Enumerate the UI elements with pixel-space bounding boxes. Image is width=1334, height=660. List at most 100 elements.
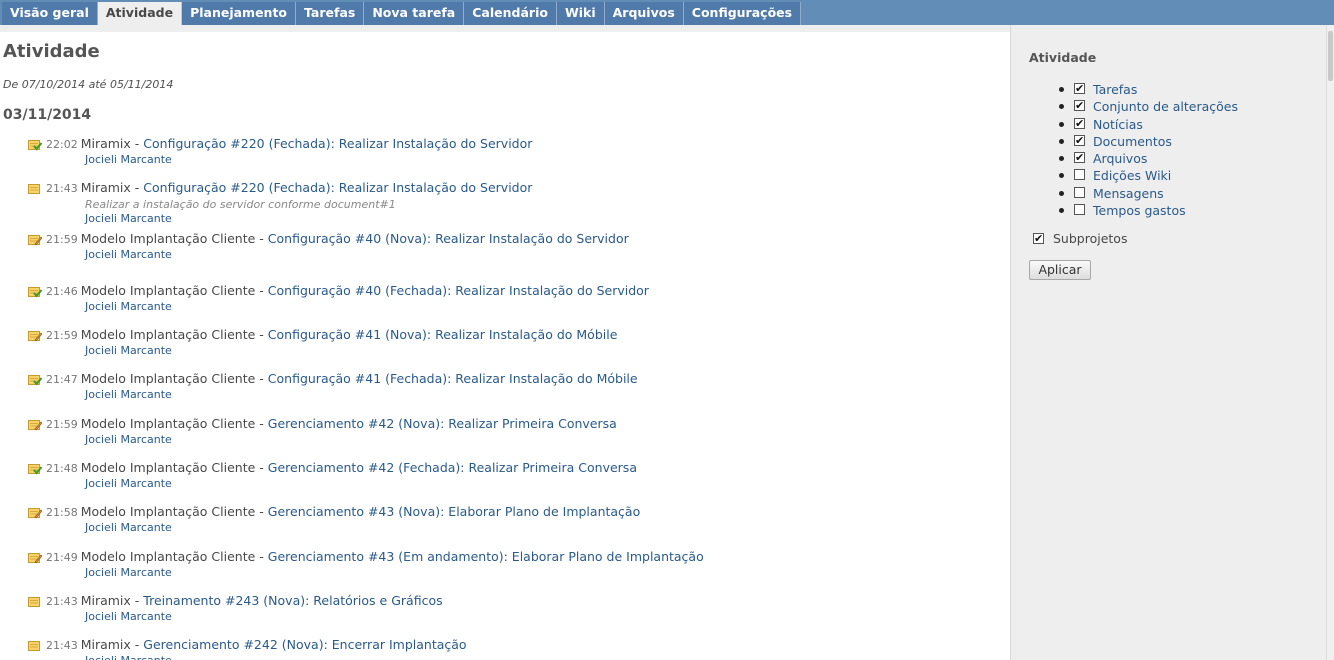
bullet-icon [1059,87,1064,92]
issue-closed-icon [28,374,43,386]
event-time: 21:47 [46,373,78,386]
tab-tarefas[interactable]: Tarefas [296,2,365,25]
activity-event: 21:43 Miramix - Treinamento #243 (Nova): … [26,593,986,633]
filter-label[interactable]: Mensagens [1093,185,1164,202]
event-author[interactable]: Jocieli Marcante [85,212,172,225]
event-separator: - [255,549,268,564]
filter-label[interactable]: Notícias [1093,116,1143,133]
event-project: Modelo Implantação Cliente [80,327,256,342]
filter-label[interactable]: Arquivos [1093,150,1147,167]
activity-event: 21:49 Modelo Implantação Cliente - Gerenc… [26,549,986,589]
event-author[interactable]: Jocieli Marcante [85,566,172,579]
bullet-icon [1059,138,1064,144]
filter-label[interactable]: Tempos gastos [1093,202,1186,219]
tab-atividade[interactable]: Atividade [97,2,183,25]
event-author[interactable]: Jocieli Marcante [85,344,172,357]
subprojects-label[interactable]: Subprojetos [1053,230,1127,247]
vertical-scrollbar[interactable] [1326,25,1334,660]
event-link[interactable]: Gerenciamento #242 (Nova): Encerrar Impl… [143,637,466,652]
event-project: Modelo Implantação Cliente [80,504,256,519]
event-author[interactable]: Jocieli Marcante [85,388,172,401]
filter-label[interactable]: Edições Wiki [1093,167,1171,184]
event-author[interactable]: Jocieli Marcante [85,654,172,660]
filter-checkbox[interactable]: ✔ [1074,100,1085,112]
event-separator: - [255,371,268,386]
event-project: Modelo Implantação Cliente [80,416,256,431]
apply-button[interactable]: Aplicar [1029,260,1091,280]
tab-configuracoes[interactable]: Configurações [683,2,802,25]
activity-event: 21:59 Modelo Implantação Cliente - Config… [26,231,986,271]
issue-icon [28,640,42,652]
event-time: 21:43 [46,595,78,608]
event-separator: - [255,416,268,431]
event-author[interactable]: Jocieli Marcante [85,610,172,623]
filter-checkbox[interactable] [1074,204,1085,216]
activity-event: 21:58 Modelo Implantação Cliente - Gerenc… [26,504,986,544]
filter-checkbox[interactable] [1074,169,1085,181]
subprojects-checkbox[interactable]: ✔ [1033,233,1044,244]
issue-edit-icon [28,507,43,519]
tab-visao-geral[interactable]: Visão geral [2,2,98,25]
bullet-icon [1059,121,1064,127]
tab-nova-tarefa[interactable]: Nova tarefa [364,2,465,25]
event-line: 21:59 Modelo Implantação Cliente - Gerenc… [46,416,617,431]
tab-arquivos[interactable]: Arquivos [604,2,684,25]
filter-label[interactable]: Conjunto de alterações [1093,98,1238,115]
event-link[interactable]: Gerenciamento #43 (Em andamento): Elabor… [268,549,704,564]
issue-closed-icon [28,463,43,475]
tab-calendario[interactable]: Calendário [464,2,557,25]
bullet-icon [1059,208,1064,214]
event-separator: - [130,180,144,195]
event-link[interactable]: Treinamento #243 (Nova): Relatórios e Gr… [143,593,442,608]
issue-closed-icon [28,286,43,298]
event-author[interactable]: Jocieli Marcante [85,521,172,534]
filter-checkbox[interactable]: ✔ [1074,117,1085,129]
event-link[interactable]: Gerenciamento #42 (Nova): Realizar Prime… [268,416,617,431]
event-link[interactable]: Configuração #220 (Fechada): Realizar In… [143,180,532,195]
sidebar: Atividade ✔ Tarefas ✔ Conjunto de alteraçõe… [1010,25,1326,660]
event-link[interactable]: Configuração #40 (Fechada): Realizar Ins… [268,283,649,298]
event-project: Miramix [80,637,131,652]
filter-checkbox[interactable] [1074,186,1085,198]
event-link[interactable]: Gerenciamento #42 (Fechada): Realizar Pr… [268,460,637,475]
filter-checkbox[interactable]: ✔ [1074,152,1085,164]
event-link[interactable]: Configuração #41 (Fechada): Realizar Ins… [268,371,638,386]
event-project: Modelo Implantação Cliente [80,460,256,475]
event-author[interactable]: Jocieli Marcante [85,433,172,446]
event-project: Modelo Implantação Cliente [80,283,256,298]
event-separator: - [130,593,144,608]
event-project: Modelo Implantação Cliente [80,371,256,386]
event-author[interactable]: Jocieli Marcante [85,153,172,166]
activity-event: 21:46 Modelo Implantação Cliente - Config… [26,283,986,323]
project-menu-bar: Visão geral Atividade Planejamento Tarefas N… [0,0,1334,25]
event-time: 21:59 [46,329,78,342]
bullet-icon [1059,156,1064,162]
event-project: Miramix [80,180,131,195]
event-link[interactable]: Configuração #40 (Nova): Realizar Instal… [268,231,629,246]
event-author[interactable]: Jocieli Marcante [85,248,172,261]
event-link[interactable]: Gerenciamento #43 (Nova): Elaborar Plano… [268,504,640,519]
date-range: De 07/10/2014 até 05/11/2014 [3,78,174,91]
event-link[interactable]: Configuração #41 (Nova): Realizar Instal… [268,327,618,342]
scrollbar-thumb[interactable] [1328,31,1333,81]
filter-label[interactable]: Documentos [1093,133,1172,150]
event-line: 21:46 Modelo Implantação Cliente - Config… [46,283,649,298]
filter-label[interactable]: Tarefas [1093,81,1137,98]
filter-checkbox[interactable]: ✔ [1074,134,1085,146]
event-project: Miramix [80,593,131,608]
filter-checkbox[interactable]: ✔ [1074,83,1085,94]
main-menu-tabs: Visão geral Atividade Planejamento Tarefas N… [2,2,802,25]
event-line: 21:49 Modelo Implantação Cliente - Gerenc… [46,549,704,564]
event-separator: - [255,460,268,475]
event-link[interactable]: Configuração #220 (Fechada): Realizar In… [143,136,532,151]
issue-edit-icon [28,234,43,246]
tab-wiki[interactable]: Wiki [556,2,605,25]
event-time: 21:58 [46,506,78,519]
event-author[interactable]: Jocieli Marcante [85,477,172,490]
issue-edit-icon [28,419,43,431]
event-time: 21:43 [46,182,78,195]
issue-edit-icon [28,330,43,342]
tab-planejamento[interactable]: Planejamento [182,2,297,25]
event-separator: - [255,327,268,342]
event-author[interactable]: Jocieli Marcante [85,300,172,313]
